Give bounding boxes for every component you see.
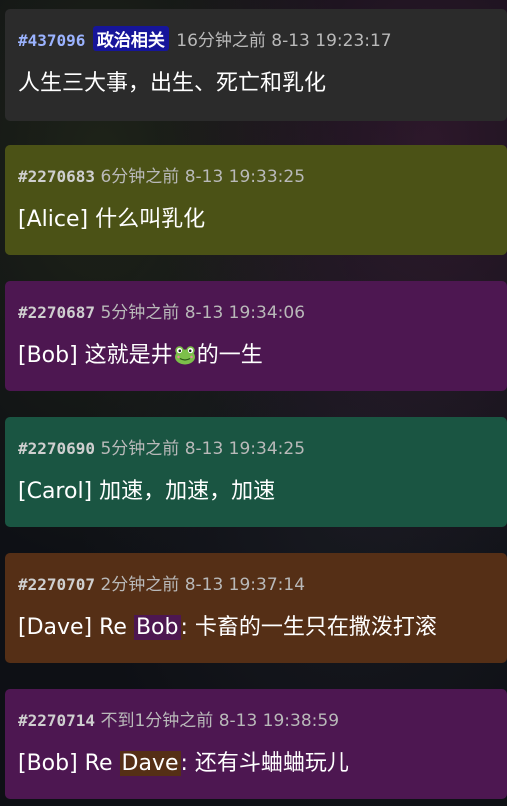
post-time: 6分钟之前 8-13 19:33:25 [100, 167, 306, 187]
post-text-after: 的一生 [196, 343, 263, 368]
post-text-after: : 卡畜的一生只在撒泼打滚 [180, 615, 437, 640]
post-text-after: : 还有斗蛐蛐玩儿 [180, 751, 349, 776]
post-text-before: [Bob] 这就是井 [18, 343, 173, 368]
tag-badge: 政治相关 [92, 26, 169, 51]
mention-link[interactable]: Dave [119, 751, 181, 776]
post-meta: #2270690 5分钟之前 8-13 19:34:25 [18, 434, 305, 459]
post-text: [Alice] 什么叫乳化 [18, 207, 206, 232]
post-card[interactable]: #437096 政治相关 16分钟之前 8-13 19:23:17 人生三大事，… [5, 9, 507, 121]
post-card[interactable]: #2270714 不到1分钟之前 8-13 19:38:59 [Bob] Re … [5, 689, 507, 799]
mention-link[interactable]: Bob [133, 615, 181, 640]
post-text: 人生三大事，出生、死亡和乳化 [18, 71, 327, 96]
post-card[interactable]: #2270683 6分钟之前 8-13 19:33:25 [Alice] 什么叫… [5, 145, 507, 255]
post-text: [Carol] 加速，加速，加速 [18, 479, 276, 504]
post-meta: #2270707 2分钟之前 8-13 19:37:14 [18, 570, 305, 595]
post-text-before: [Dave] Re [18, 615, 134, 640]
post-card[interactable]: #2270707 2分钟之前 8-13 19:37:14 [Dave] Re B… [5, 553, 507, 663]
post-text: [Bob] 这就是井 的一生 [18, 337, 263, 369]
post-time: 不到1分钟之前 8-13 19:38:59 [100, 711, 340, 731]
post-time: 5分钟之前 8-13 19:34:25 [100, 439, 306, 459]
post-meta: #2270683 6分钟之前 8-13 19:33:25 [18, 162, 305, 187]
post-text: [Dave] Re Bob: 卡畜的一生只在撒泼打滚 [18, 609, 437, 641]
post-time: 2分钟之前 8-13 19:37:14 [100, 575, 306, 595]
post-card[interactable]: #2270690 5分钟之前 8-13 19:34:25 [Carol] 加速，… [5, 417, 507, 527]
post-meta: #2270714 不到1分钟之前 8-13 19:38:59 [18, 706, 339, 731]
post-text-before: [Bob] Re [18, 751, 120, 776]
frog-icon [174, 346, 195, 365]
post-text: [Bob] Re Dave: 还有斗蛐蛐玩儿 [18, 745, 349, 777]
post-meta: #437096 政治相关 16分钟之前 8-13 19:23:17 [18, 26, 392, 51]
post-id[interactable]: #2270707 [18, 575, 95, 594]
post-id[interactable]: #2270690 [18, 439, 95, 458]
post-time: 16分钟之前 8-13 19:23:17 [176, 31, 392, 51]
post-card[interactable]: #2270687 5分钟之前 8-13 19:34:06 [Bob] 这就是井 … [5, 281, 507, 391]
post-id[interactable]: #2270683 [18, 167, 95, 186]
post-id[interactable]: #437096 [18, 31, 85, 50]
post-time: 5分钟之前 8-13 19:34:06 [100, 303, 306, 323]
post-meta: #2270687 5分钟之前 8-13 19:34:06 [18, 298, 305, 323]
post-id[interactable]: #2270714 [18, 711, 95, 730]
post-id[interactable]: #2270687 [18, 303, 95, 322]
